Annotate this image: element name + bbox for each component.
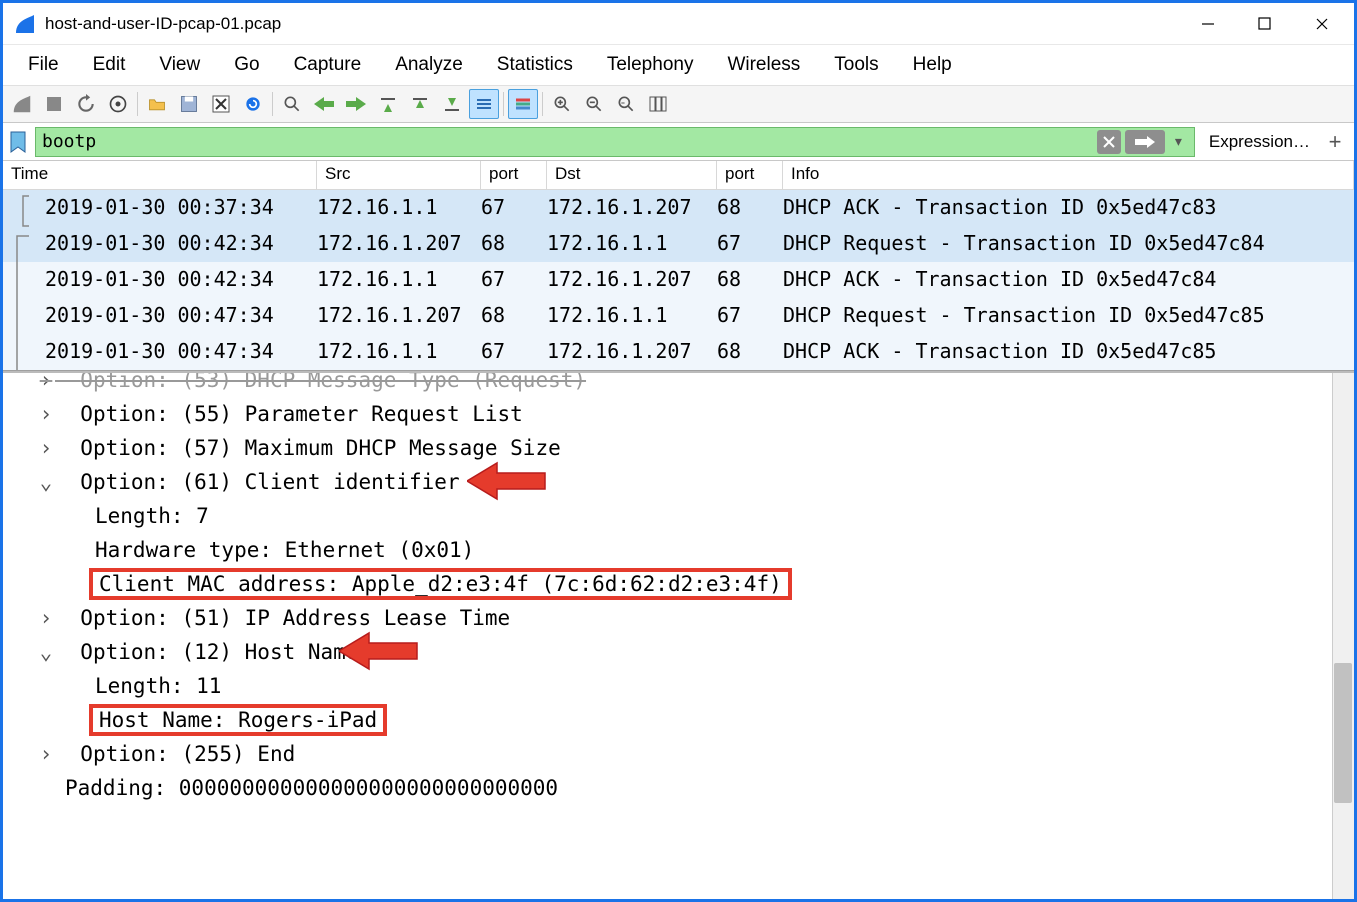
go-first-button[interactable] <box>405 89 435 119</box>
tree-node-option[interactable]: › Option: (51) IP Address Lease Time <box>7 601 1354 635</box>
start-capture-button[interactable] <box>7 89 37 119</box>
open-file-button[interactable] <box>142 89 172 119</box>
packet-row[interactable]: 2019-01-30 00:47:34172.16.1.167172.16.1.… <box>3 334 1354 370</box>
clear-filter-button[interactable] <box>1097 130 1121 154</box>
collapse-icon[interactable]: ⌄ <box>37 640 55 664</box>
details-scrollbar[interactable] <box>1332 373 1354 899</box>
auto-scroll-button[interactable] <box>469 89 499 119</box>
zoom-in-button[interactable] <box>547 89 577 119</box>
display-filter-input[interactable]: bootp ▾ <box>35 127 1195 157</box>
titlebar: host-and-user-ID-pcap-01.pcap <box>3 3 1354 45</box>
add-filter-button[interactable]: + <box>1324 131 1346 153</box>
go-back-button[interactable] <box>309 89 339 119</box>
col-header-dport[interactable]: port <box>717 161 783 190</box>
tree-leaf-client-mac[interactable]: Client MAC address: Apple_d2:e3:4f (7c:6… <box>7 567 1354 601</box>
filter-bookmark-icon[interactable] <box>7 128 29 156</box>
related-packets-bracket-icon <box>13 190 39 370</box>
stop-capture-button[interactable] <box>39 89 69 119</box>
apply-filter-button[interactable] <box>1125 130 1165 154</box>
col-header-src[interactable]: Src <box>317 161 481 190</box>
filter-input-actions: ▾ <box>1097 130 1188 154</box>
expression-button[interactable]: Expression… <box>1201 128 1318 156</box>
capture-options-button[interactable] <box>103 89 133 119</box>
menu-analyze[interactable]: Analyze <box>378 48 480 82</box>
menu-statistics[interactable]: Statistics <box>480 48 590 82</box>
packet-list-pane[interactable]: Time Src port Dst port Info 2019-01-30 0… <box>3 161 1354 371</box>
toolbar-separator <box>542 92 543 116</box>
packet-row[interactable]: 2019-01-30 00:47:34172.16.1.20768172.16.… <box>3 298 1354 334</box>
reload-button[interactable] <box>238 89 268 119</box>
toolbar-separator <box>503 92 504 116</box>
save-file-button[interactable] <box>174 89 204 119</box>
scrollbar-thumb[interactable] <box>1334 663 1352 803</box>
menu-file[interactable]: File <box>11 48 76 82</box>
menu-telephony[interactable]: Telephony <box>590 48 711 82</box>
go-to-packet-button[interactable] <box>373 89 403 119</box>
window-controls <box>1179 5 1350 43</box>
col-header-sport[interactable]: port <box>481 161 547 190</box>
go-forward-button[interactable] <box>341 89 371 119</box>
expand-icon[interactable]: › <box>37 606 55 630</box>
menu-edit[interactable]: Edit <box>76 48 143 82</box>
packet-details-pane[interactable]: › Option: (53) DHCP Message Type (Reques… <box>3 371 1354 899</box>
tree-node-option[interactable]: › Option: (55) Parameter Request List <box>7 397 1354 431</box>
maximize-button[interactable] <box>1236 5 1293 43</box>
col-header-info[interactable]: Info <box>783 161 1354 190</box>
tree-leaf-length[interactable]: Length: 11 <box>7 669 1354 703</box>
menu-help[interactable]: Help <box>896 48 969 82</box>
go-last-button[interactable] <box>437 89 467 119</box>
close-file-button[interactable] <box>206 89 236 119</box>
packet-list-header: Time Src port Dst port Info <box>3 161 1354 190</box>
col-header-time[interactable]: Time <box>3 161 317 190</box>
minimize-button[interactable] <box>1179 5 1236 43</box>
resize-columns-button[interactable] <box>643 89 673 119</box>
zoom-reset-button[interactable]: = <box>611 89 641 119</box>
menu-view[interactable]: View <box>142 48 217 82</box>
menu-tools[interactable]: Tools <box>817 48 895 82</box>
expand-icon[interactable]: › <box>37 402 55 426</box>
menu-capture[interactable]: Capture <box>277 48 379 82</box>
arrow-left-annotation-icon <box>339 629 419 673</box>
close-button[interactable] <box>1293 5 1350 43</box>
tree-node-host-name[interactable]: ⌄ Option: (12) Host Name <box>7 635 1354 669</box>
col-header-dst[interactable]: Dst <box>547 161 717 190</box>
tree-node-clipped[interactable]: › Option: (53) DHCP Message Type (Reques… <box>7 371 1354 397</box>
app-window: host-and-user-ID-pcap-01.pcap File Edit … <box>0 0 1357 902</box>
menu-go[interactable]: Go <box>217 48 276 82</box>
tree-leaf-host-name[interactable]: Host Name: Rogers-iPad <box>7 703 1354 737</box>
display-filter-text: bootp <box>42 131 1097 152</box>
toolbar-separator <box>272 92 273 116</box>
window-title: host-and-user-ID-pcap-01.pcap <box>45 14 1179 34</box>
toolbar-separator <box>137 92 138 116</box>
expand-icon[interactable]: › <box>37 742 55 766</box>
tree-leaf-length[interactable]: Length: 7 <box>7 499 1354 533</box>
filter-history-dropdown[interactable]: ▾ <box>1169 131 1188 152</box>
tree-node-client-identifier[interactable]: ⌄ Option: (61) Client identifier <box>7 465 1354 499</box>
display-filter-bar: bootp ▾ Expression… + <box>3 123 1354 161</box>
packet-row[interactable]: 2019-01-30 00:37:34172.16.1.167172.16.1.… <box>3 190 1354 226</box>
tree-leaf-hardware-type[interactable]: Hardware type: Ethernet (0x01) <box>7 533 1354 567</box>
tree-node-option[interactable]: › Option: (57) Maximum DHCP Message Size <box>7 431 1354 465</box>
menu-wireless[interactable]: Wireless <box>710 48 817 82</box>
collapse-icon[interactable]: ⌄ <box>37 470 55 494</box>
packet-row[interactable]: 2019-01-30 00:42:34172.16.1.167172.16.1.… <box>3 262 1354 298</box>
menubar: File Edit View Go Capture Analyze Statis… <box>3 45 1354 85</box>
colorize-button[interactable] <box>508 89 538 119</box>
tree-leaf-padding[interactable]: Padding: 000000000000000000000000000000 <box>7 771 1354 805</box>
arrow-left-annotation-icon <box>467 459 547 503</box>
toolbar: = <box>3 85 1354 123</box>
expand-icon[interactable]: › <box>37 436 55 460</box>
zoom-out-button[interactable] <box>579 89 609 119</box>
expand-icon: › <box>37 371 55 392</box>
highlight-annotation: Client MAC address: Apple_d2:e3:4f (7c:6… <box>89 568 792 600</box>
packet-row[interactable]: 2019-01-30 00:42:34172.16.1.20768172.16.… <box>3 226 1354 262</box>
find-button[interactable] <box>277 89 307 119</box>
svg-text:=: = <box>621 100 625 107</box>
tree-node-option[interactable]: › Option: (255) End <box>7 737 1354 771</box>
wireshark-fin-icon <box>13 12 37 36</box>
restart-capture-button[interactable] <box>71 89 101 119</box>
highlight-annotation: Host Name: Rogers-iPad <box>89 704 387 736</box>
